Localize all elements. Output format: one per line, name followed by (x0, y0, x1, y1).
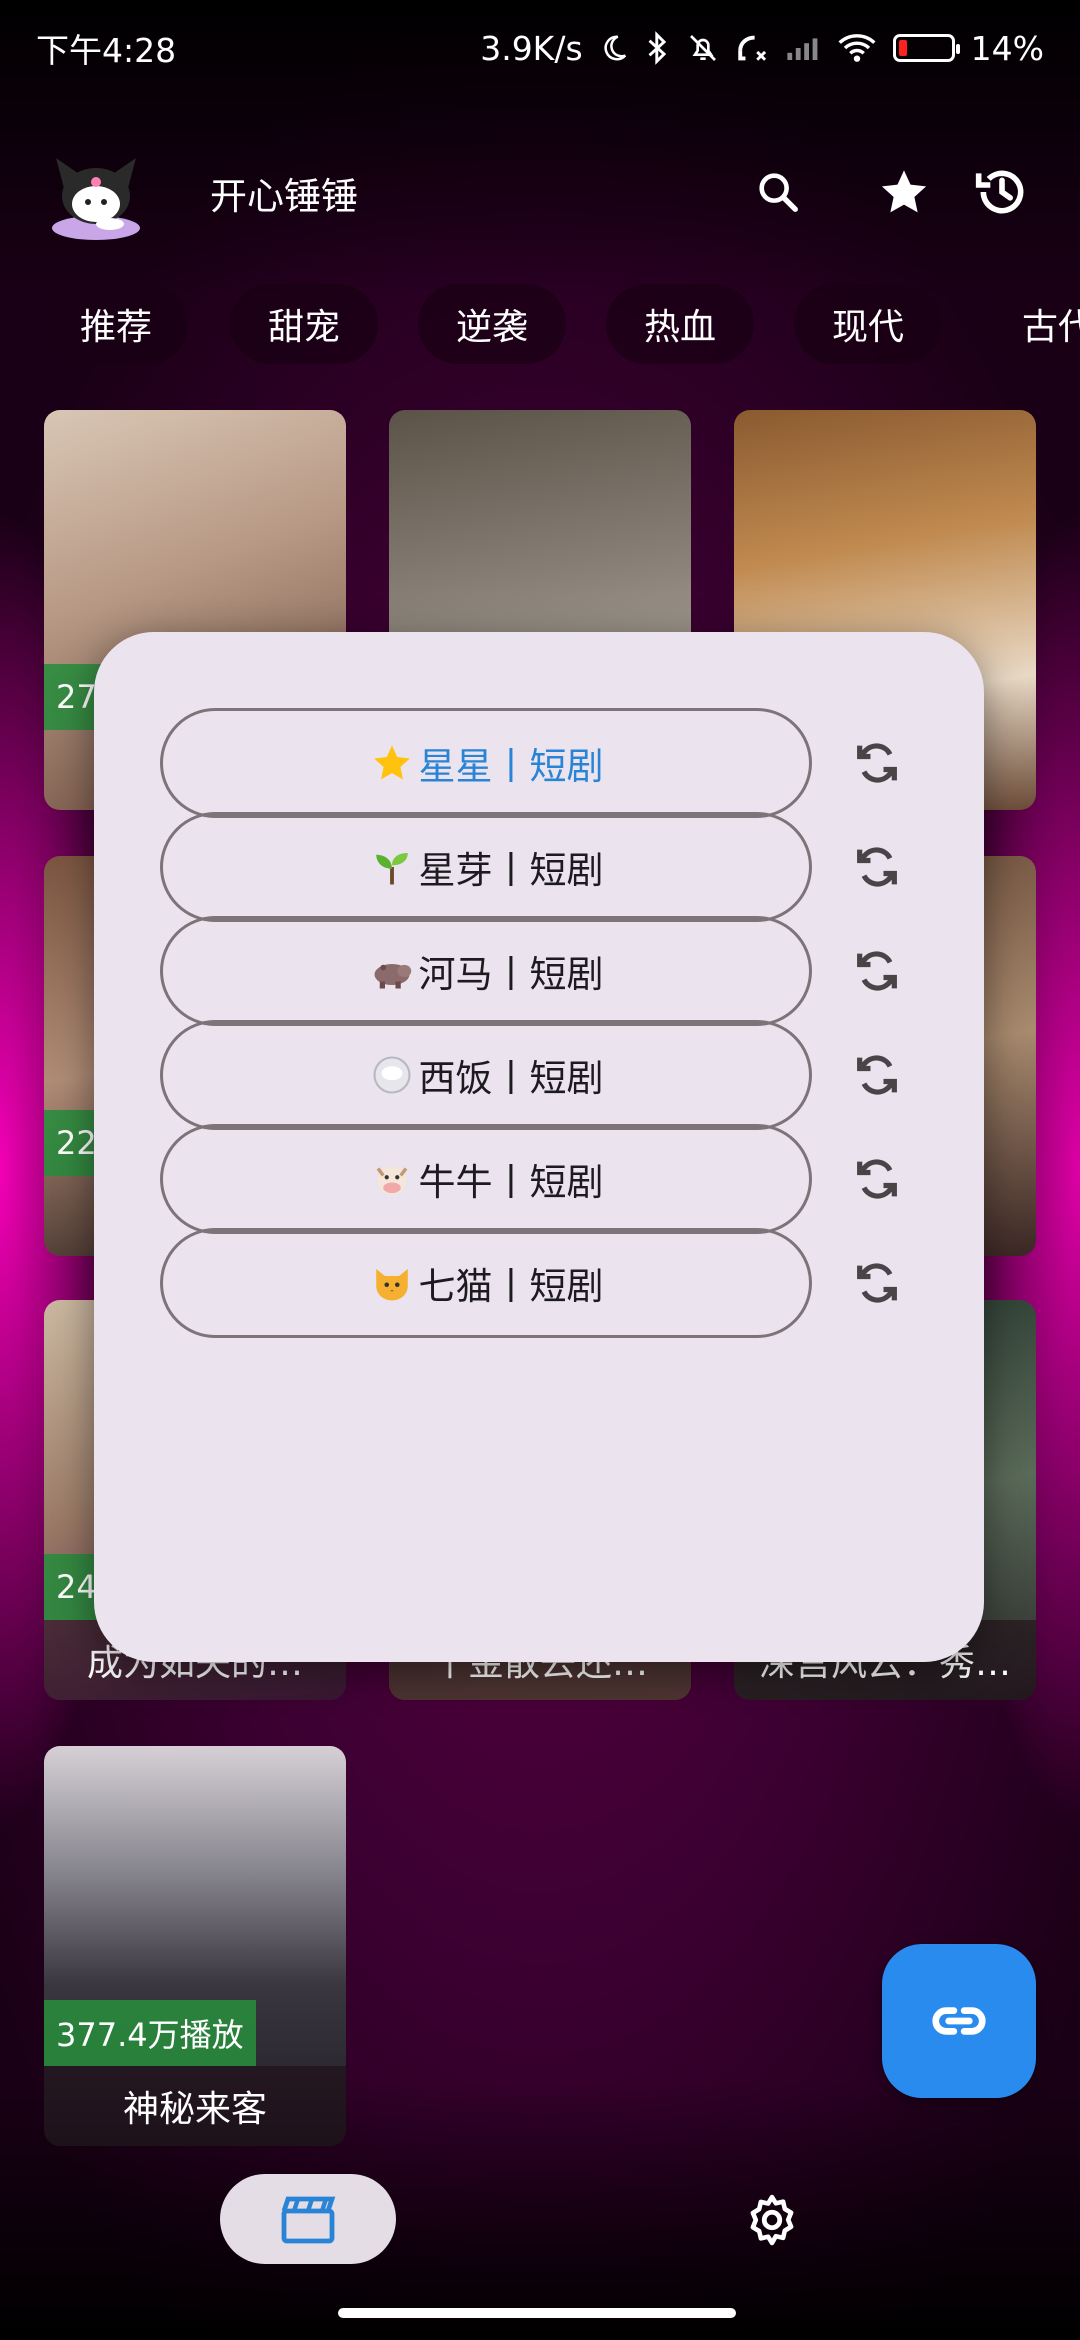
play-count-badge: 377.4万播放 (44, 2000, 256, 2066)
cat-emoji-icon (369, 1260, 415, 1306)
clapperboard-icon (281, 2196, 336, 2244)
battery-icon (892, 34, 960, 62)
search-button[interactable] (748, 162, 808, 222)
home-indicator[interactable] (338, 2308, 736, 2318)
rice-bowl-emoji-icon (369, 1052, 415, 1098)
source-label: 河马丨短剧 (418, 953, 604, 996)
app-title: 开心锤锤 (210, 175, 358, 218)
bluetooth-icon (645, 31, 671, 65)
refresh-icon (857, 1159, 897, 1199)
drama-card[interactable]: 377.4万播放 神秘来客 (44, 1746, 346, 2146)
refresh-button[interactable] (848, 1150, 906, 1208)
refresh-icon (857, 1263, 897, 1303)
link-fab-button[interactable] (882, 1944, 1036, 2098)
refresh-button[interactable] (848, 1046, 906, 1104)
refresh-button[interactable] (848, 1254, 906, 1312)
gear-icon (750, 2194, 794, 2246)
seedling-emoji-icon (369, 844, 415, 890)
mute-bell-icon (687, 32, 719, 64)
call-blocked-icon (735, 32, 769, 64)
status-icons: 3.9K/s 14% (480, 29, 1044, 68)
wifi-icon (837, 32, 877, 64)
source-button-hema[interactable]: 河马丨短剧 (160, 916, 812, 1026)
refresh-icon (857, 1055, 897, 1095)
tab-recommend[interactable]: 推荐 (44, 284, 188, 364)
app-header: 开心锤锤 (0, 136, 1080, 246)
source-row: 西饭丨短剧 (160, 1020, 906, 1130)
tab-ancient[interactable]: 古代 (984, 284, 1080, 364)
source-button-xifan[interactable]: 西饭丨短剧 (160, 1020, 812, 1130)
refresh-button[interactable] (848, 734, 906, 792)
history-button[interactable] (972, 162, 1032, 222)
cellular-signal-icon (785, 33, 821, 63)
avatar[interactable] (48, 148, 144, 244)
source-label: 牛牛丨短剧 (418, 1161, 604, 1204)
source-row: 七猫丨短剧 (160, 1228, 906, 1338)
refresh-button[interactable] (848, 942, 906, 1000)
source-button-xingxing[interactable]: 星星丨短剧 (160, 708, 812, 818)
drama-title: 神秘来客 (44, 2066, 346, 2146)
tab-sweet[interactable]: 甜宠 (230, 284, 378, 364)
source-button-qimao[interactable]: 七猫丨短剧 (160, 1228, 812, 1338)
kuromi-avatar-icon (52, 158, 140, 240)
history-icon (975, 170, 1024, 214)
source-label: 西饭丨短剧 (418, 1057, 604, 1100)
source-button-xingya[interactable]: 星芽丨短剧 (160, 812, 812, 922)
status-bar: 下午4:28 3.9K/s 14% (0, 0, 1080, 96)
refresh-icon (857, 743, 897, 783)
source-picker-dialog: 星星丨短剧 星芽丨短剧 河马丨短剧 西饭丨短剧 牛牛丨短剧 七猫丨短剧 (94, 632, 984, 1662)
source-row: 星芽丨短剧 (160, 812, 906, 922)
bottom-nav (0, 2160, 1080, 2280)
star-icon (881, 170, 927, 213)
star-emoji-icon (369, 740, 415, 786)
category-tabs: 推荐 甜宠 逆袭 热血 现代 古代 (0, 280, 1080, 366)
source-label: 星星丨短剧 (418, 745, 604, 788)
refresh-button[interactable] (848, 838, 906, 896)
status-time: 下午4:28 (36, 31, 177, 70)
battery-percent: 14% (970, 28, 1044, 68)
source-row: 河马丨短剧 (160, 916, 906, 1026)
hippo-emoji-icon (369, 948, 415, 994)
tab-action[interactable]: 热血 (606, 284, 754, 364)
source-label: 星芽丨短剧 (418, 849, 604, 892)
tab-comeback[interactable]: 逆袭 (418, 284, 566, 364)
source-button-niuniu[interactable]: 牛牛丨短剧 (160, 1124, 812, 1234)
source-row: 牛牛丨短剧 (160, 1124, 906, 1234)
cow-emoji-icon (369, 1156, 415, 1202)
moon-icon (599, 33, 629, 63)
nav-settings[interactable] (734, 2182, 810, 2258)
favorites-button[interactable] (874, 162, 934, 222)
network-speed: 3.9K/s (480, 28, 583, 68)
refresh-icon (857, 847, 897, 887)
search-icon (759, 173, 798, 212)
refresh-icon (857, 951, 897, 991)
source-row: 星星丨短剧 (160, 708, 906, 818)
tab-modern[interactable]: 现代 (794, 284, 942, 364)
source-label: 七猫丨短剧 (418, 1265, 604, 1308)
link-icon (932, 2007, 986, 2035)
nav-drama[interactable] (220, 2174, 396, 2264)
